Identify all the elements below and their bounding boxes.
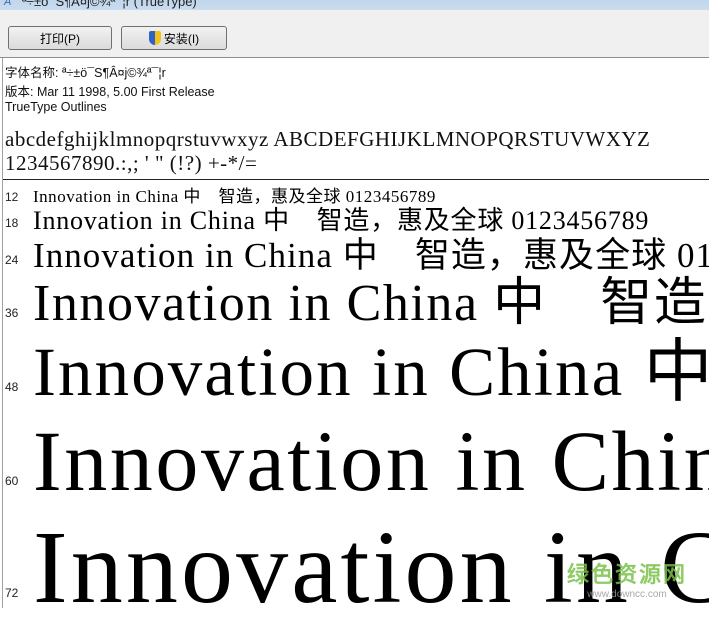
watermark: 绿色资源网 www.downcc.com <box>567 557 687 600</box>
toolbar: 打印(P) 安装(I) <box>0 10 709 58</box>
size-label: 60 <box>5 474 19 488</box>
size-label: 48 <box>5 380 19 394</box>
divider <box>3 179 709 180</box>
title-bar: A ª÷±ö¯S¶Â¤j©¾ª¯¦r (TrueType) <box>0 0 709 10</box>
window-title: ª÷±ö¯S¶Â¤j©¾ª¯¦r (TrueType) <box>22 0 197 9</box>
charset-digits-symbols: 1234567890.:,; ' " (!?) +-*/= <box>5 151 258 175</box>
install-label: 安装(I) <box>163 31 200 46</box>
font-name: 字体名称: ª÷±ö¯S¶Â¤j©¾ª¯¦r <box>5 66 166 80</box>
font-version: 版本: Mar 11 1998, 5.00 First Release <box>5 85 215 99</box>
size-label: 18 <box>5 216 19 230</box>
watermark-name: 绿色资源网 <box>566 562 687 587</box>
size-label: 24 <box>5 253 19 267</box>
sample-text: Innovation in China 中 智造，惠及全球 0123456789 <box>33 206 650 235</box>
font-preview[interactable]: 字体名称: ª÷±ö¯S¶Â¤j©¾ª¯¦r 版本: Mar 11 1998, … <box>2 58 709 620</box>
charset-letters: abcdefghijklmnopqrstuvwxyz ABCDEFGHIJKLM… <box>5 127 651 151</box>
sample-text: Innovation in China 中 智造，惠及全球 0123456789 <box>33 187 436 206</box>
font-icon: A <box>4 0 12 8</box>
print-label: 打印(P) <box>40 31 80 46</box>
size-label: 72 <box>5 586 19 600</box>
watermark-url: www.downcc.com <box>587 589 667 600</box>
sample-text: Innovation in China 中 智造，惠及全球 0123456789 <box>33 334 709 410</box>
install-button[interactable]: 安装(I) <box>121 26 227 50</box>
uac-shield-icon <box>148 31 161 45</box>
print-button[interactable]: 打印(P) <box>8 26 112 50</box>
sample-text: Innovation in China 中 智造，惠及全球 0123456789 <box>33 236 709 275</box>
sample-text: Innovation in China 中 智造，惠及全球 0123456789 <box>33 275 709 332</box>
size-label: 36 <box>5 306 19 320</box>
font-outline-type: TrueType Outlines <box>5 100 107 114</box>
sample-text: Innovation in China 中 智造，惠及全球 0123456789 <box>33 413 709 509</box>
size-label: 12 <box>5 190 19 204</box>
